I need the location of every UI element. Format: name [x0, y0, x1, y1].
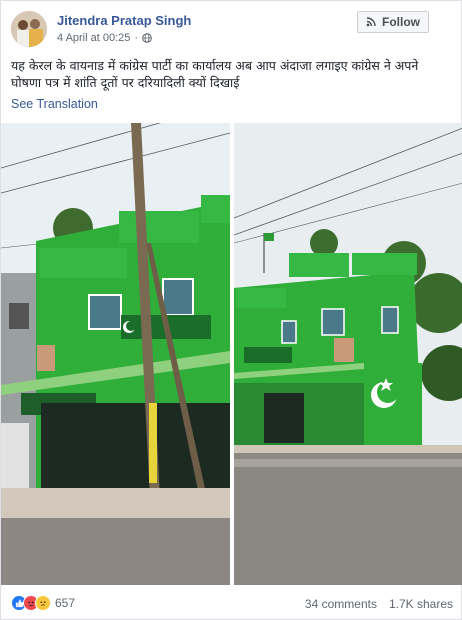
engagement-stats: 34 comments 1.7K shares: [305, 597, 453, 611]
post-header: Jitendra Pratap Singh 4 April at 00:25 ·…: [11, 11, 453, 47]
post-photo-left[interactable]: [1, 123, 230, 585]
see-translation-link[interactable]: See Translation: [11, 97, 98, 111]
rss-icon: [366, 17, 376, 27]
avatar-image: [11, 11, 47, 47]
separator-dot: ·: [134, 32, 139, 44]
reactions-summary[interactable]: 657: [11, 595, 75, 611]
post-timestamp[interactable]: 4 April at 00:25: [57, 32, 130, 44]
building-photo-left: [1, 123, 230, 585]
building-photo-right: [234, 123, 462, 585]
reactions-count: 657: [55, 596, 76, 610]
facebook-post: Jitendra Pratap Singh 4 April at 00:25 ·…: [0, 0, 462, 620]
post-footer: 657 34 comments 1.7K shares: [11, 593, 453, 615]
sad-reaction-icon: [35, 595, 51, 611]
post-text: यह केरल के वायनाड में कांग्रेस पार्टी का…: [11, 58, 419, 90]
follow-button[interactable]: Follow: [357, 11, 429, 33]
follow-label: Follow: [382, 15, 420, 29]
post-photo-right[interactable]: [234, 123, 462, 585]
globe-icon[interactable]: [142, 33, 152, 43]
comments-count[interactable]: 34 comments: [305, 597, 377, 611]
author-name[interactable]: Jitendra Pratap Singh: [57, 13, 191, 28]
post-meta: 4 April at 00:25 ·: [57, 32, 152, 44]
shares-count[interactable]: 1.7K shares: [389, 597, 453, 611]
avatar[interactable]: [11, 11, 47, 47]
